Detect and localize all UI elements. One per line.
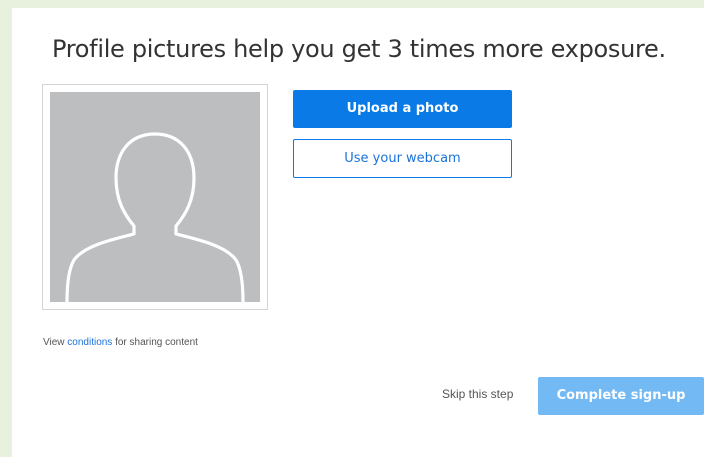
complete-signup-button[interactable]: Complete sign-up bbox=[538, 377, 704, 415]
page-title: Profile pictures help you get 3 times mo… bbox=[52, 35, 666, 63]
conditions-suffix: for sharing content bbox=[112, 337, 198, 348]
sharing-conditions-text: View conditions for sharing content bbox=[43, 337, 198, 348]
use-webcam-button[interactable]: Use your webcam bbox=[293, 139, 512, 178]
conditions-link[interactable]: conditions bbox=[67, 337, 112, 348]
signup-photo-panel: Profile pictures help you get 3 times mo… bbox=[12, 8, 704, 457]
profile-photo-placeholder bbox=[50, 92, 260, 302]
conditions-prefix: View bbox=[43, 337, 68, 348]
profile-photo-frame bbox=[42, 84, 268, 310]
default-avatar-icon bbox=[65, 132, 245, 302]
skip-step-link[interactable]: Skip this step bbox=[442, 387, 513, 401]
upload-photo-button[interactable]: Upload a photo bbox=[293, 90, 512, 128]
